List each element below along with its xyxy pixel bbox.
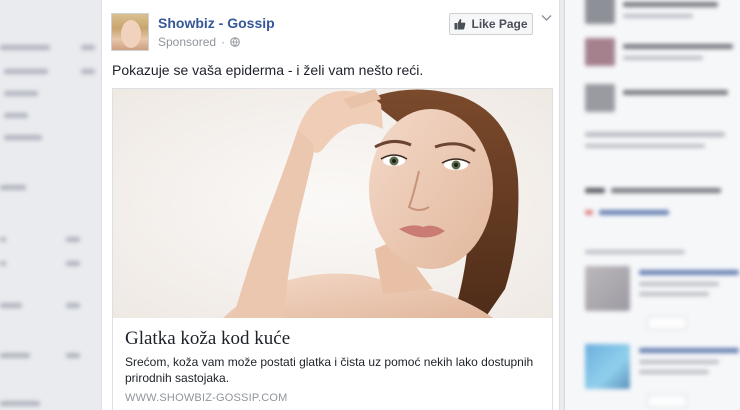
- left-nav-item[interactable]: [0, 132, 95, 142]
- link-preview[interactable]: Glatka koža kod kuće Srećom, koža vam mo…: [112, 88, 553, 410]
- woman-portrait-image: [113, 89, 552, 318]
- thumbs-up-icon: [454, 18, 466, 30]
- post-text: Pokazuje se vaša epiderma - i želi vam n…: [112, 62, 424, 78]
- page-name-link[interactable]: Showbiz - Gossip: [158, 15, 275, 31]
- left-nav-item[interactable]: [0, 42, 95, 52]
- right-sidebar: [565, 0, 740, 410]
- left-nav-item[interactable]: [0, 398, 80, 408]
- link-description: Srećom, koža vam može postati glatka i č…: [125, 355, 534, 385]
- ticker-item[interactable]: [585, 38, 740, 68]
- ad-photo[interactable]: [113, 89, 552, 318]
- left-nav-item[interactable]: [0, 300, 80, 310]
- chevron-down-icon[interactable]: [541, 14, 552, 22]
- sponsored-post-card: Showbiz - Gossip Sponsored · Like Page P…: [101, 0, 560, 410]
- ticker-item[interactable]: [585, 84, 740, 114]
- like-page-button[interactable]: Like Page: [449, 13, 533, 35]
- left-nav-item[interactable]: [0, 182, 95, 192]
- left-nav-item[interactable]: [0, 350, 80, 360]
- left-nav-item[interactable]: [0, 110, 95, 120]
- post-meta: Sponsored ·: [158, 35, 240, 49]
- ticker-item[interactable]: [585, 0, 740, 26]
- ticker-item[interactable]: [585, 206, 740, 236]
- like-page-label: Like Page: [471, 17, 528, 31]
- left-nav-item[interactable]: [0, 88, 95, 98]
- page-avatar[interactable]: [111, 13, 149, 51]
- left-nav-column: [0, 0, 100, 410]
- globe-icon[interactable]: [230, 37, 240, 47]
- meta-separator: ·: [221, 35, 226, 49]
- link-headline[interactable]: Glatka koža kod kuće: [125, 328, 290, 350]
- left-nav-item[interactable]: [0, 234, 80, 244]
- suggested-page[interactable]: [585, 266, 740, 338]
- left-nav-item[interactable]: [0, 258, 80, 268]
- sponsored-label[interactable]: Sponsored: [158, 35, 216, 49]
- left-nav-item[interactable]: [0, 66, 95, 76]
- suggested-page[interactable]: [585, 344, 740, 410]
- link-domain: WWW.SHOWBIZ-GOSSIP.COM: [125, 392, 288, 404]
- ticker-item[interactable]: [585, 126, 740, 156]
